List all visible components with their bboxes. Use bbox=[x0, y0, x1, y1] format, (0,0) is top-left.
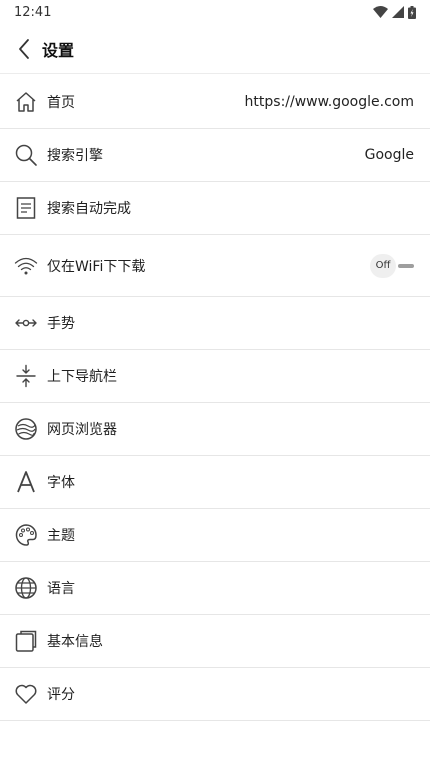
status-bar: 12:41 bbox=[0, 0, 430, 24]
gesture-icon bbox=[14, 311, 38, 335]
setting-theme[interactable]: 主题 bbox=[0, 509, 430, 562]
setting-value: Google bbox=[364, 147, 414, 163]
document-icon bbox=[14, 196, 38, 220]
setting-gestures[interactable]: 手势 bbox=[0, 297, 430, 350]
toggle-knob: Off bbox=[370, 253, 396, 278]
setting-label: 基本信息 bbox=[47, 634, 103, 650]
setting-label: 语言 bbox=[47, 581, 75, 597]
back-button[interactable] bbox=[4, 24, 44, 74]
setting-label: 网页浏览器 bbox=[47, 422, 117, 438]
setting-font[interactable]: 字体 bbox=[0, 456, 430, 509]
setting-label: 上下导航栏 bbox=[47, 369, 117, 385]
collapse-icon bbox=[14, 364, 38, 388]
setting-web-browser[interactable]: 网页浏览器 bbox=[0, 403, 430, 456]
signal-icon bbox=[392, 6, 404, 18]
setting-label: 仅在WiFi下下载 bbox=[47, 258, 146, 275]
setting-rate[interactable]: 评分 bbox=[0, 668, 430, 721]
setting-label: 手势 bbox=[47, 316, 75, 332]
setting-home[interactable]: 首页 https://www.google.com bbox=[0, 76, 430, 129]
setting-label: 搜索自动完成 bbox=[47, 201, 131, 217]
page-title: 设置 bbox=[42, 40, 75, 60]
setting-language[interactable]: 语言 bbox=[0, 562, 430, 615]
settings-list: 首页 https://www.google.com 搜索引擎 Google 搜索… bbox=[0, 76, 430, 721]
info-pages-icon bbox=[14, 629, 38, 653]
setting-label: 首页 bbox=[47, 95, 75, 111]
wifi-icon bbox=[14, 254, 38, 278]
status-time: 12:41 bbox=[14, 4, 52, 20]
setting-label: 搜索引擎 bbox=[47, 148, 103, 164]
setting-label: 字体 bbox=[47, 475, 75, 491]
font-icon bbox=[14, 470, 38, 494]
setting-autocomplete[interactable]: 搜索自动完成 bbox=[0, 182, 430, 235]
setting-nav-bar[interactable]: 上下导航栏 bbox=[0, 350, 430, 403]
battery-icon bbox=[408, 5, 416, 19]
setting-about[interactable]: 基本信息 bbox=[0, 615, 430, 668]
status-icons bbox=[373, 5, 416, 19]
app-bar: 设置 bbox=[0, 24, 430, 74]
setting-label: 主题 bbox=[47, 528, 75, 544]
palette-icon bbox=[14, 523, 38, 547]
setting-wifi-download[interactable]: 仅在WiFi下下载 Off bbox=[0, 235, 430, 297]
globe-icon bbox=[14, 576, 38, 600]
setting-value: https://www.google.com bbox=[244, 94, 414, 110]
setting-label: 评分 bbox=[47, 687, 75, 703]
search-icon bbox=[14, 143, 38, 167]
chevron-left-icon bbox=[17, 38, 31, 60]
setting-search-engine[interactable]: 搜索引擎 Google bbox=[0, 129, 430, 182]
wifi-download-toggle[interactable]: Off bbox=[370, 253, 414, 278]
wifi-icon bbox=[373, 6, 388, 18]
heart-icon bbox=[14, 682, 38, 706]
browser-icon bbox=[14, 417, 38, 441]
toggle-track bbox=[398, 263, 414, 268]
home-icon bbox=[14, 90, 38, 114]
